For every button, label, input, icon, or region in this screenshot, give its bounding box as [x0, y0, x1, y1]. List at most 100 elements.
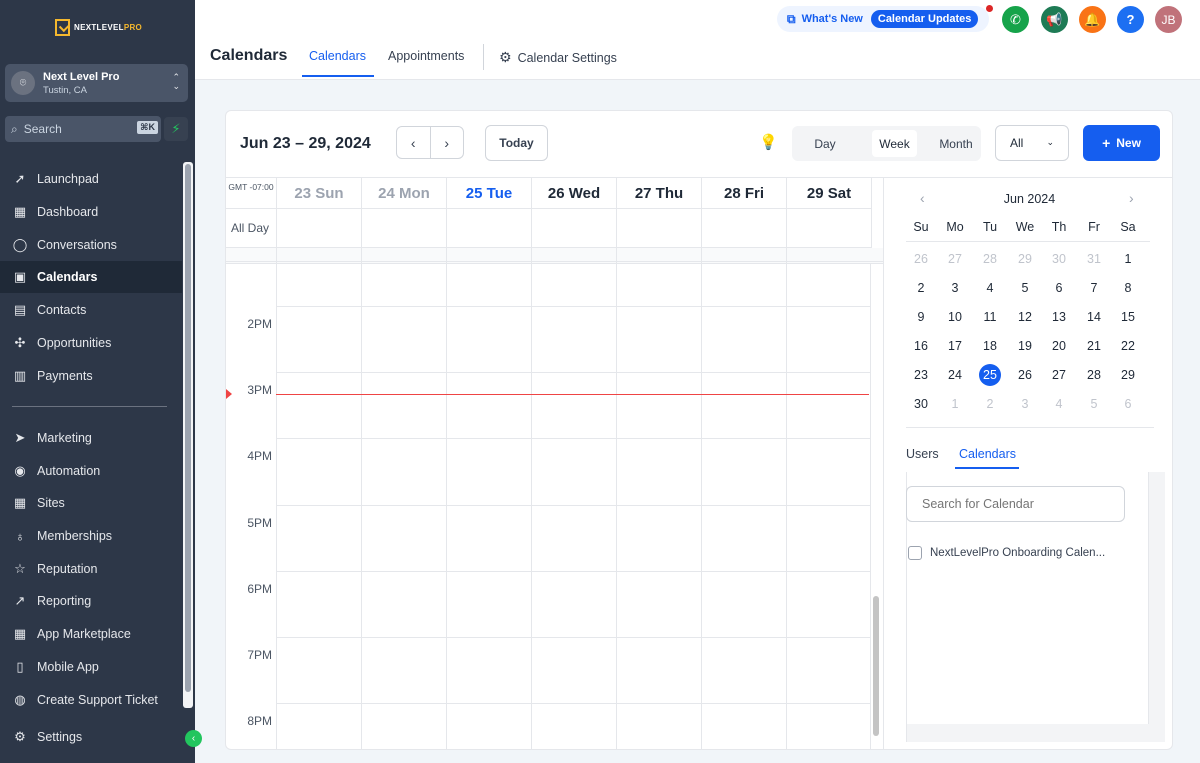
mini-day[interactable]: 31 — [1079, 248, 1109, 270]
sidebar-item-sites[interactable]: ▦ Sites — [0, 487, 182, 519]
mini-day[interactable]: 7 — [1079, 277, 1109, 299]
day-header-fri[interactable]: 28 Fri — [701, 178, 786, 208]
mini-day[interactable]: 29 — [1113, 364, 1143, 386]
mini-day[interactable]: 2 — [906, 277, 936, 299]
mini-day[interactable]: 16 — [906, 335, 936, 357]
quick-action-bolt-icon[interactable]: ⚡ — [164, 117, 188, 141]
mini-day[interactable]: 3 — [1010, 393, 1040, 415]
mini-day[interactable]: 14 — [1079, 306, 1109, 328]
mini-day[interactable]: 28 — [1079, 364, 1109, 386]
tab-calendar-settings[interactable]: ⚙ Calendar Settings — [499, 49, 617, 66]
view-day[interactable]: Day — [796, 130, 854, 157]
sidebar-item-reputation[interactable]: ☆ Reputation — [0, 553, 182, 585]
hour-label: 3PM — [247, 383, 272, 397]
sidebar-item-contacts[interactable]: ▤ Contacts — [0, 294, 182, 326]
mini-day[interactable]: 10 — [940, 306, 970, 328]
mini-day[interactable]: 6 — [1113, 393, 1143, 415]
mini-day[interactable]: 23 — [906, 364, 936, 386]
grid-scrollbar[interactable] — [873, 596, 879, 736]
mini-day[interactable]: 29 — [1010, 248, 1040, 270]
calendar-list-item[interactable]: NextLevelPro Onboarding Calen... — [908, 546, 1105, 560]
prev-week-button[interactable]: ‹ — [397, 127, 431, 158]
mini-day[interactable]: 28 — [975, 248, 1005, 270]
sidebar-item-memberships[interactable]: ♁ Memberships — [0, 520, 182, 552]
sidebar-search[interactable]: ⌕ Search ⌘K — [5, 116, 161, 142]
day-header-tue[interactable]: 25 Tue — [446, 178, 531, 208]
sidebar-item-calendars[interactable]: ▣ Calendars — [0, 261, 182, 293]
sidebar-scrollbar[interactable] — [183, 162, 193, 708]
sidebar-item-payments[interactable]: ▥ Payments — [0, 360, 182, 392]
mini-day[interactable]: 4 — [975, 277, 1005, 299]
sidebar-item-mobile-app[interactable]: ▯ Mobile App — [0, 651, 182, 683]
mini-day[interactable]: 6 — [1044, 277, 1074, 299]
phone-icon[interactable]: ✆ — [1002, 6, 1029, 33]
tab-appointments[interactable]: Appointments — [388, 49, 464, 63]
day-header-wed[interactable]: 26 Wed — [531, 178, 616, 208]
mini-day[interactable]: 1 — [1113, 248, 1143, 270]
mini-day[interactable]: 30 — [906, 393, 936, 415]
mini-day[interactable]: 18 — [975, 335, 1005, 357]
sidebar-item-opportunities[interactable]: ✣ Opportunities — [0, 327, 182, 359]
lightbulb-icon[interactable]: 💡 — [759, 133, 778, 151]
mini-day[interactable]: 21 — [1079, 335, 1109, 357]
mini-day[interactable]: 11 — [975, 306, 1005, 328]
mini-day[interactable]: 27 — [940, 248, 970, 270]
mini-day[interactable]: 20 — [1044, 335, 1074, 357]
new-event-button[interactable]: + New — [1083, 125, 1160, 161]
calendar-checkbox[interactable] — [908, 546, 922, 560]
tab-calendars[interactable]: Calendars — [309, 49, 366, 63]
mini-day-selected[interactable]: 25 — [975, 364, 1005, 386]
filter-select[interactable]: All ⌄ — [995, 125, 1069, 161]
mini-day[interactable]: 19 — [1010, 335, 1040, 357]
calendar-list-scrollbar[interactable] — [1148, 472, 1165, 724]
help-icon[interactable]: ? — [1117, 6, 1144, 33]
all-day-row[interactable] — [226, 208, 871, 248]
account-switcher[interactable]: ⌾ Next Level Pro Tustin, CA ⌃ ⌄ — [5, 64, 188, 102]
sidebar-item-reporting[interactable]: ↗ Reporting — [0, 585, 182, 617]
mini-day[interactable]: 3 — [940, 277, 970, 299]
sidebar-item-dashboard[interactable]: ▦ Dashboard — [0, 196, 182, 228]
today-button[interactable]: Today — [485, 125, 548, 161]
day-header-sat[interactable]: 29 Sat — [786, 178, 871, 208]
day-header-mon[interactable]: 24 Mon — [361, 178, 446, 208]
mini-day[interactable]: 5 — [1010, 277, 1040, 299]
view-week[interactable]: Week — [872, 130, 917, 157]
sidebar-item-conversations[interactable]: ◯ Conversations — [0, 229, 182, 261]
calendar-search-input[interactable] — [906, 486, 1125, 522]
panel-tab-calendars[interactable]: Calendars — [959, 447, 1016, 461]
mini-day[interactable]: 26 — [1010, 364, 1040, 386]
mini-day[interactable]: 24 — [940, 364, 970, 386]
next-week-button[interactable]: › — [431, 127, 464, 158]
mini-day[interactable]: 2 — [975, 393, 1005, 415]
mini-day[interactable]: 13 — [1044, 306, 1074, 328]
mini-day[interactable]: 9 — [906, 306, 936, 328]
day-header-sun[interactable]: 23 Sun — [276, 178, 361, 208]
sidebar-item-settings[interactable]: ⚙ Settings — [0, 721, 182, 753]
sidebar-item-create-support-ticket[interactable]: ◍ Create Support Ticket — [0, 684, 182, 716]
sidebar-item-launchpad[interactable]: ➚ Launchpad — [0, 163, 182, 195]
sidebar-item-automation[interactable]: ◉ Automation — [0, 455, 182, 487]
view-month[interactable]: Month — [927, 130, 985, 157]
mini-day[interactable]: 8 — [1113, 277, 1143, 299]
user-avatar[interactable]: JB — [1155, 6, 1182, 33]
mini-day[interactable]: 26 — [906, 248, 936, 270]
mini-day[interactable]: 22 — [1113, 335, 1143, 357]
day-header-thu[interactable]: 27 Thu — [616, 178, 701, 208]
mini-day[interactable]: 5 — [1079, 393, 1109, 415]
mini-day[interactable]: 1 — [940, 393, 970, 415]
mini-day[interactable]: 27 — [1044, 364, 1074, 386]
mini-next-month-button[interactable]: › — [1129, 190, 1134, 206]
sidebar-item-marketing[interactable]: ➤ Marketing — [0, 422, 182, 454]
panel-tab-users[interactable]: Users — [906, 447, 939, 461]
mini-day[interactable]: 30 — [1044, 248, 1074, 270]
megaphone-icon[interactable]: 📢 — [1041, 6, 1068, 33]
mini-day[interactable]: 4 — [1044, 393, 1074, 415]
mini-day[interactable]: 12 — [1010, 306, 1040, 328]
mini-day[interactable]: 15 — [1113, 306, 1143, 328]
collapse-sidebar-icon[interactable]: ‹ — [185, 730, 202, 747]
sidebar-item-app-marketplace[interactable]: ▦ App Marketplace — [0, 618, 182, 650]
bell-icon[interactable]: 🔔 — [1079, 6, 1106, 33]
brand-logo[interactable]: NEXTLEVELPRO — [55, 19, 142, 36]
whats-new-button[interactable]: ⧉ What's New Calendar Updates — [777, 6, 989, 32]
mini-day[interactable]: 17 — [940, 335, 970, 357]
